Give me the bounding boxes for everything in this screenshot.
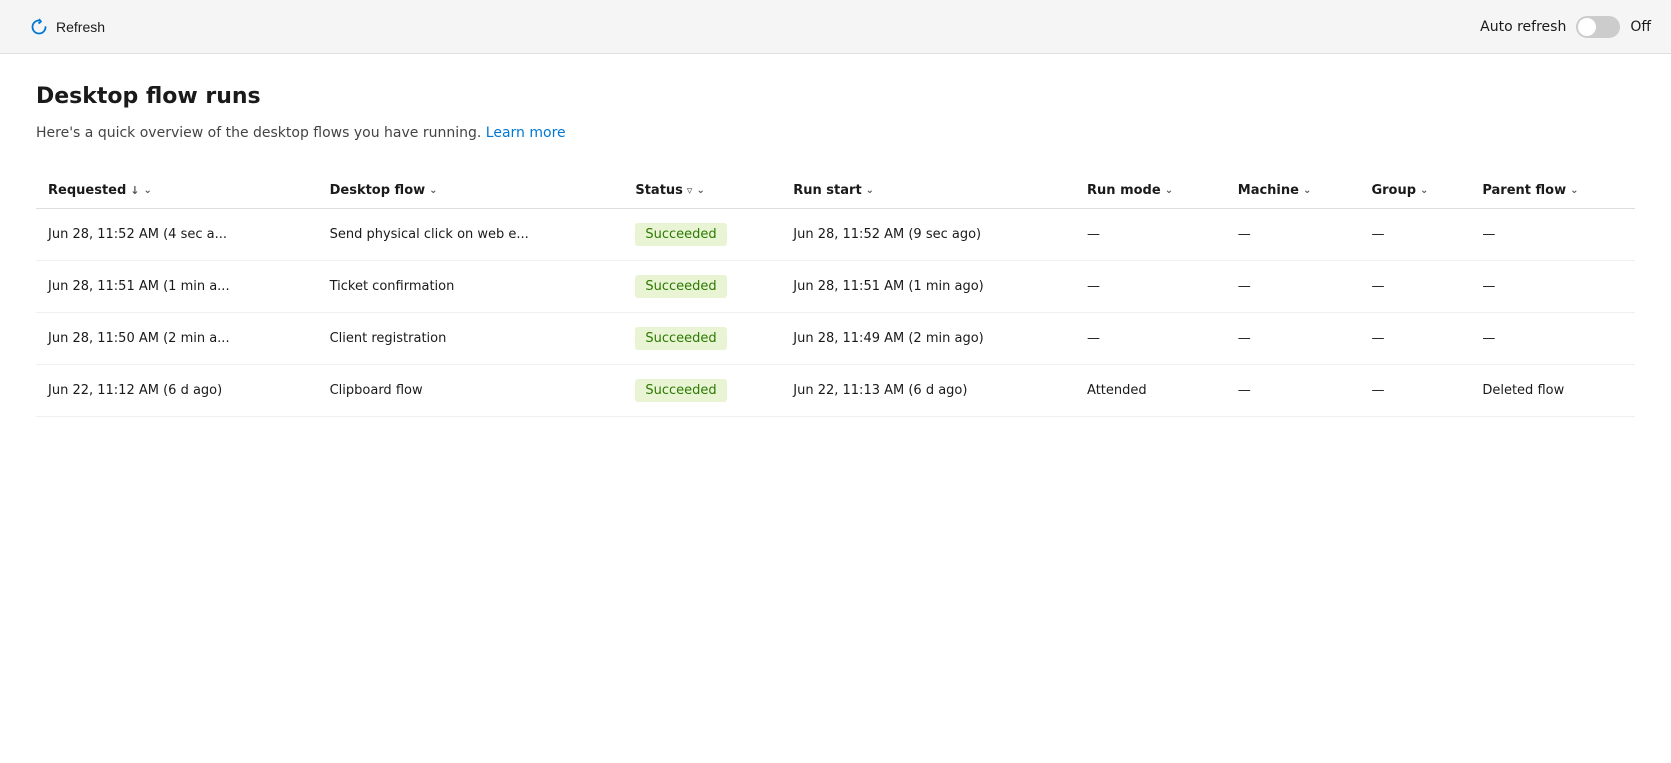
- cell-group: —: [1359, 209, 1470, 261]
- refresh-icon: [30, 18, 48, 36]
- chevron-down-icon: ⌄: [1570, 185, 1578, 196]
- desktop-flow-runs-table: Requested ↓ ⌄ Desktop flow ⌄ Status ▿: [36, 173, 1635, 417]
- chevron-down-icon: ⌄: [866, 185, 874, 196]
- sort-desc-icon: ↓: [130, 184, 139, 197]
- cell-run-start: Jun 22, 11:13 AM (6 d ago): [781, 365, 1075, 417]
- table-header-row: Requested ↓ ⌄ Desktop flow ⌄ Status ▿: [36, 173, 1635, 209]
- cell-run-mode: —: [1075, 209, 1226, 261]
- auto-refresh-label: Auto refresh: [1480, 19, 1566, 35]
- chevron-down-icon: ⌄: [1165, 185, 1173, 196]
- table-row[interactable]: Jun 28, 11:51 AM (1 min a...Ticket confi…: [36, 261, 1635, 313]
- cell-parent-flow: —: [1470, 209, 1635, 261]
- col-header-parent-flow[interactable]: Parent flow ⌄: [1470, 173, 1635, 209]
- cell-run-mode: —: [1075, 313, 1226, 365]
- auto-refresh-area: Auto refresh Off: [1480, 16, 1651, 38]
- cell-run-start: Jun 28, 11:51 AM (1 min ago): [781, 261, 1075, 313]
- status-badge: Succeeded: [635, 275, 726, 298]
- chevron-down-icon: ⌄: [429, 185, 437, 196]
- cell-machine: —: [1226, 313, 1360, 365]
- cell-status: Succeeded: [623, 209, 781, 261]
- page-description: Here's a quick overview of the desktop f…: [36, 125, 1635, 141]
- cell-run-start: Jun 28, 11:52 AM (9 sec ago): [781, 209, 1075, 261]
- col-header-group[interactable]: Group ⌄: [1359, 173, 1470, 209]
- cell-requested: Jun 28, 11:51 AM (1 min a...: [36, 261, 318, 313]
- cell-desktop-flow: Client registration: [318, 313, 624, 365]
- col-header-run-mode[interactable]: Run mode ⌄: [1075, 173, 1226, 209]
- cell-group: —: [1359, 261, 1470, 313]
- cell-desktop-flow: Clipboard flow: [318, 365, 624, 417]
- page-title: Desktop flow runs: [36, 84, 1635, 109]
- auto-refresh-toggle[interactable]: [1576, 16, 1620, 38]
- cell-run-start: Jun 28, 11:49 AM (2 min ago): [781, 313, 1075, 365]
- cell-run-mode: —: [1075, 261, 1226, 313]
- cell-machine: —: [1226, 261, 1360, 313]
- learn-more-link[interactable]: Learn more: [486, 125, 566, 141]
- cell-group: —: [1359, 365, 1470, 417]
- cell-requested: Jun 28, 11:52 AM (4 sec a...: [36, 209, 318, 261]
- refresh-button[interactable]: Refresh: [20, 12, 115, 42]
- cell-machine: —: [1226, 209, 1360, 261]
- cell-status: Succeeded: [623, 313, 781, 365]
- cell-desktop-flow: Send physical click on web e...: [318, 209, 624, 261]
- col-header-machine[interactable]: Machine ⌄: [1226, 173, 1360, 209]
- cell-requested: Jun 28, 11:50 AM (2 min a...: [36, 313, 318, 365]
- cell-desktop-flow: Ticket confirmation: [318, 261, 624, 313]
- table-row[interactable]: Jun 28, 11:52 AM (4 sec a...Send physica…: [36, 209, 1635, 261]
- status-badge: Succeeded: [635, 223, 726, 246]
- cell-parent-flow: —: [1470, 261, 1635, 313]
- col-header-run-start[interactable]: Run start ⌄: [781, 173, 1075, 209]
- top-bar: Refresh Auto refresh Off: [0, 0, 1671, 54]
- cell-requested: Jun 22, 11:12 AM (6 d ago): [36, 365, 318, 417]
- refresh-label: Refresh: [56, 19, 105, 35]
- table-body: Jun 28, 11:52 AM (4 sec a...Send physica…: [36, 209, 1635, 417]
- chevron-down-icon: ⌄: [696, 185, 704, 196]
- chevron-down-icon: ⌄: [144, 185, 152, 196]
- cell-parent-flow: Deleted flow: [1470, 365, 1635, 417]
- chevron-down-icon: ⌄: [1303, 185, 1311, 196]
- cell-status: Succeeded: [623, 365, 781, 417]
- cell-parent-flow: —: [1470, 313, 1635, 365]
- cell-machine: —: [1226, 365, 1360, 417]
- main-content: Desktop flow runs Here's a quick overvie…: [0, 54, 1671, 763]
- cell-run-mode: Attended: [1075, 365, 1226, 417]
- table-row[interactable]: Jun 28, 11:50 AM (2 min a...Client regis…: [36, 313, 1635, 365]
- status-badge: Succeeded: [635, 327, 726, 350]
- filter-icon: ▿: [687, 184, 693, 197]
- col-header-status[interactable]: Status ▿ ⌄: [623, 173, 781, 209]
- status-badge: Succeeded: [635, 379, 726, 402]
- toggle-state-label: Off: [1630, 19, 1651, 35]
- col-header-requested[interactable]: Requested ↓ ⌄: [36, 173, 318, 209]
- chevron-down-icon: ⌄: [1420, 185, 1428, 196]
- table-row[interactable]: Jun 22, 11:12 AM (6 d ago)Clipboard flow…: [36, 365, 1635, 417]
- cell-status: Succeeded: [623, 261, 781, 313]
- col-header-desktop-flow[interactable]: Desktop flow ⌄: [318, 173, 624, 209]
- cell-group: —: [1359, 313, 1470, 365]
